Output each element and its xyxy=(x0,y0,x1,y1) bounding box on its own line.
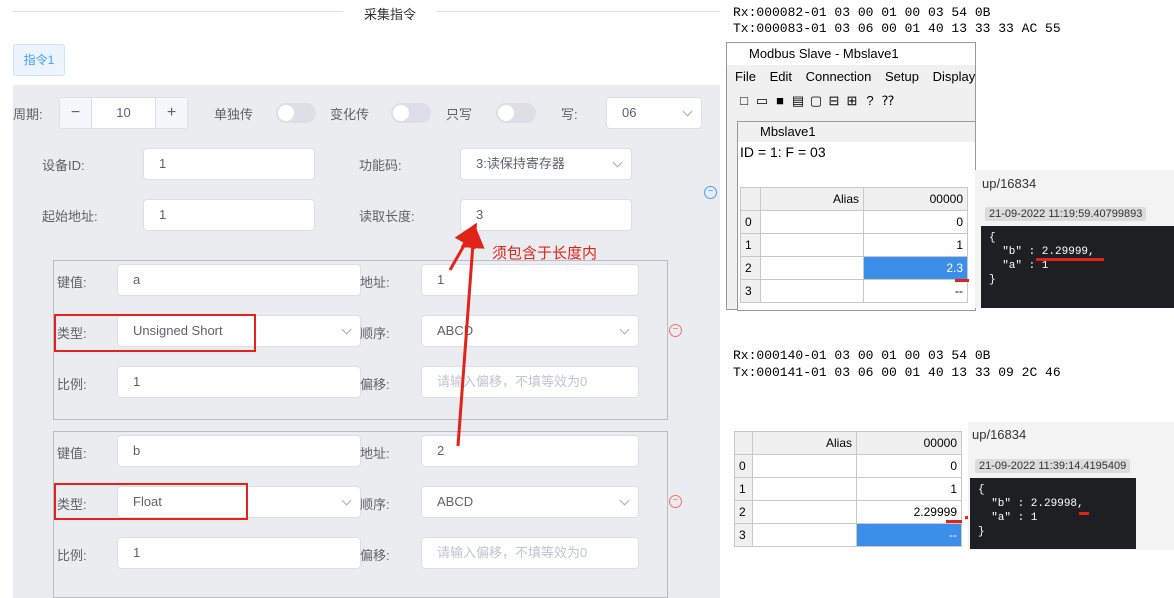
table-row: 3 -- xyxy=(734,523,962,547)
timestamp: 21-09-2022 11:39:14.4195409 xyxy=(975,459,1131,473)
help-icon[interactable]: ? xyxy=(861,93,879,108)
menu-connection[interactable]: Connection xyxy=(806,69,872,84)
menu-file[interactable]: File xyxy=(735,69,756,84)
table-row: 2 2.3 xyxy=(740,256,968,280)
serial-tx-top: Tx:000083-01 03 06 00 01 40 13 33 33 AC … xyxy=(733,21,1061,36)
underline-mark xyxy=(1036,258,1104,261)
table-row: 2 2.29999 xyxy=(734,500,962,524)
table-row: 11 xyxy=(740,233,968,257)
alias-header: Alias xyxy=(760,187,864,211)
json-payload: { "b" : 2.29998, "a" : 1} xyxy=(970,478,1136,549)
toolbar: □ ▭ ■ ▤ ▢ ⊟ ⊞? ⁇ xyxy=(735,93,897,113)
open-icon[interactable]: ▭ xyxy=(753,93,771,109)
arrow-to-length-2 xyxy=(456,224,485,447)
register-table-bottom: Alias 00000 00 11 2 2.29999 3 -- xyxy=(734,431,962,547)
table-row: 00 xyxy=(734,454,962,478)
topic-title: up/16834 xyxy=(972,427,1027,442)
topic-title: up/16834 xyxy=(982,176,1037,191)
register-table-top: Alias 00000 00 11 2 2.3 3 -- xyxy=(740,187,968,303)
save-icon[interactable]: ■ xyxy=(771,93,789,108)
json-payload: { "b" : 2.29999, "a" : 1} xyxy=(981,226,1174,308)
menu-display[interactable]: Display xyxy=(933,69,976,84)
print-icon[interactable]: ▤ xyxy=(789,93,807,109)
menu-bar: File Edit Connection Setup Display xyxy=(727,69,977,89)
underline-mark xyxy=(1079,512,1089,515)
menu-edit[interactable]: Edit xyxy=(770,69,792,84)
address-header: 00000 xyxy=(863,187,968,211)
window-icon[interactable]: ▢ xyxy=(807,93,825,109)
table-row: 00 xyxy=(740,210,968,234)
id-line: ID = 1: F = 03 xyxy=(740,144,826,160)
screenshot-root: 采集指令 指令1 周期: − 10 + 单独传 变化传 只写 写: 06 设备I… xyxy=(0,0,1174,598)
context-help-icon[interactable]: ⁇ xyxy=(879,93,897,109)
new-icon[interactable]: □ xyxy=(735,93,753,108)
address-header: 00000 xyxy=(856,431,962,455)
table-row: 3 -- xyxy=(740,279,968,303)
window-title: Modbus Slave - Mbslave1 xyxy=(727,43,975,65)
alias-header: Alias xyxy=(752,431,857,455)
disconnect-icon[interactable]: ⊞ xyxy=(843,93,861,109)
timestamp: 21-09-2022 11:19:59.40799893 xyxy=(985,207,1147,221)
connect-icon[interactable]: ⊟ xyxy=(825,93,843,109)
serial-tx-bottom: Tx:000141-01 03 06 00 01 40 13 33 09 2C … xyxy=(733,365,1061,380)
table-row: 11 xyxy=(734,477,962,501)
serial-rx-bottom: Rx:000140-01 03 00 01 00 03 54 0B xyxy=(733,348,991,363)
underline-mark xyxy=(946,520,962,523)
underline-mark xyxy=(955,279,969,282)
serial-rx-top: Rx:000082-01 03 00 01 00 03 54 0B xyxy=(733,5,991,20)
menu-setup[interactable]: Setup xyxy=(885,69,919,84)
child-title: Mbslave1 xyxy=(738,122,975,142)
